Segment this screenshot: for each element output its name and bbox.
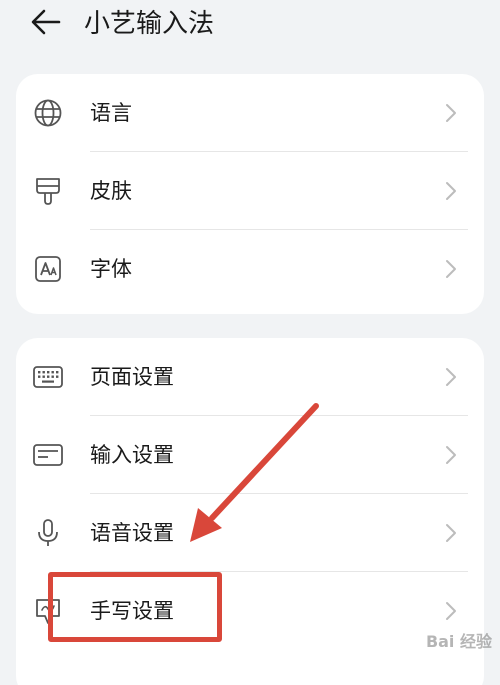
settings-item-label: 语言 [90,101,132,125]
settings-item-label: 字体 [90,257,132,281]
settings-item-language[interactable]: 语言 [16,74,484,152]
arrow-left-icon [31,9,61,39]
settings-item-font[interactable]: 字体 [16,230,484,308]
settings-group-appearance: 语言 皮肤 字体 [16,74,484,314]
chevron-right-icon [446,368,456,386]
settings-group-more [16,676,484,685]
settings-group-input: 页面设置 输入设置 语音设置 手写设置 [16,338,484,685]
settings-item-page-settings[interactable]: 页面设置 [16,338,484,416]
chevron-right-icon [446,104,456,122]
settings-item-handwriting-settings[interactable]: 手写设置 [16,572,484,650]
chevron-right-icon [446,260,456,278]
page-title: 小艺输入法 [84,9,215,39]
settings-item-label: 手写设置 [90,599,174,623]
settings-item-label: 输入设置 [90,443,174,467]
header: 小艺输入法 [0,0,500,56]
input-card-icon [32,439,64,471]
settings-item-voice-settings[interactable]: 语音设置 [16,494,484,572]
chevron-right-icon [446,524,456,542]
settings-item-input-settings[interactable]: 输入设置 [16,416,484,494]
settings-item-skin[interactable]: 皮肤 [16,152,484,230]
keyboard-icon [32,361,64,393]
chevron-right-icon [446,182,456,200]
globe-icon [32,97,64,129]
chevron-right-icon [446,446,456,464]
handwriting-icon [32,595,64,627]
settings-item-label: 页面设置 [90,365,174,389]
microphone-icon [32,517,64,549]
back-button[interactable] [24,2,68,46]
chevron-right-icon [446,602,456,620]
settings-page: 小艺输入法 语言 皮肤 字体 页面设置 输入设置 语音设置 手写设置 Bai 经… [0,0,500,685]
settings-item-label: 语音设置 [90,521,174,545]
settings-item-label: 皮肤 [90,179,132,203]
paintbrush-icon [32,175,64,207]
font-icon [32,253,64,285]
